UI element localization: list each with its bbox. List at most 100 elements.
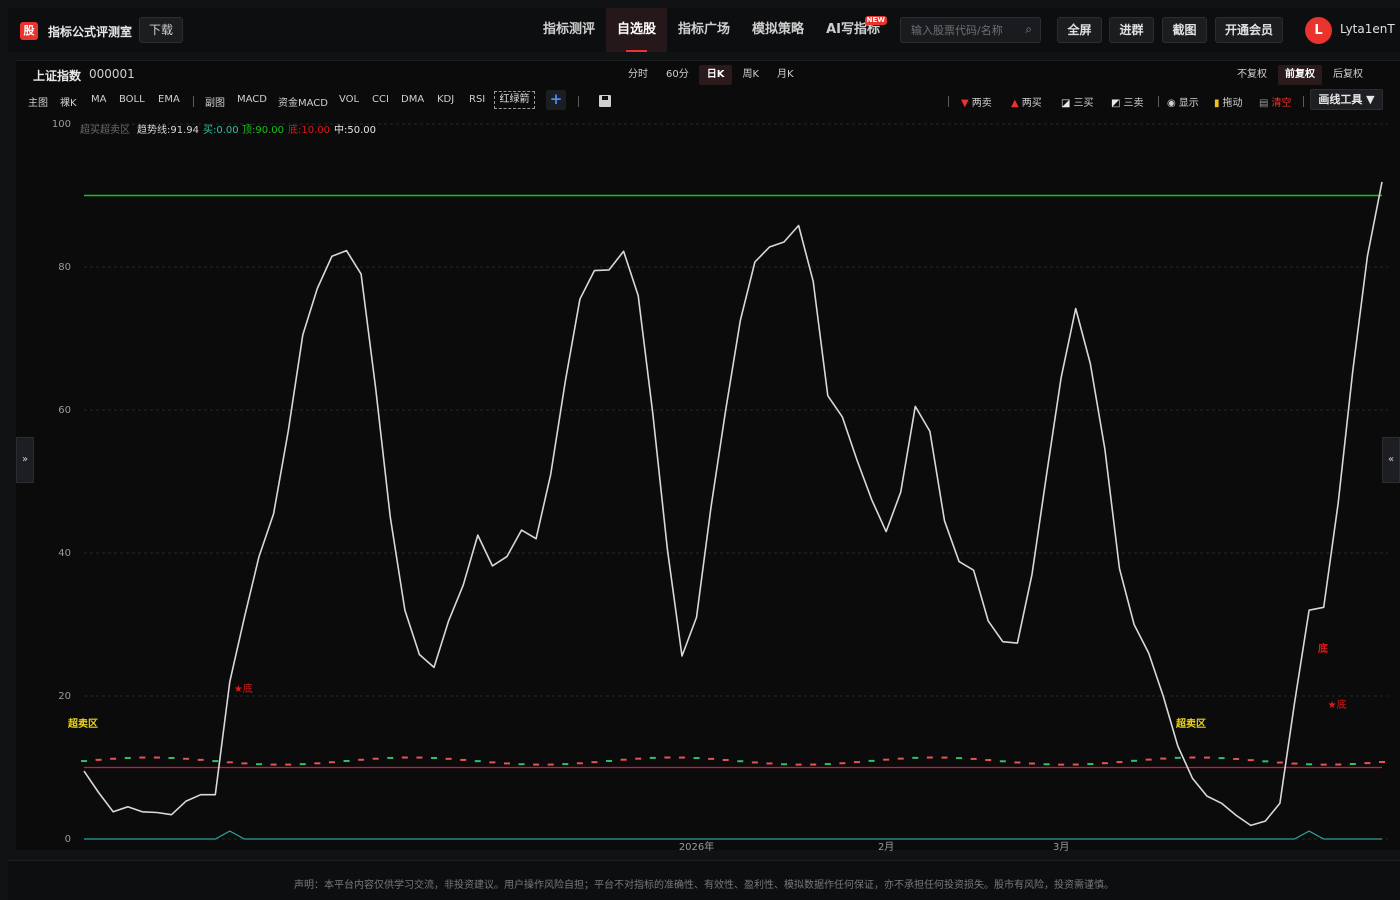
mid-mark <box>153 756 160 759</box>
username[interactable]: Lyta1enT <box>1340 22 1395 36</box>
indicator-vol[interactable]: VOL <box>339 94 359 105</box>
add-indicator-button[interactable]: + <box>546 90 566 110</box>
expand-right-sidebar-button[interactable]: « <box>1382 437 1400 483</box>
mid-mark <box>606 759 613 762</box>
indicator-kdj[interactable]: KDJ <box>437 94 454 105</box>
mid-mark <box>722 758 729 761</box>
mid-mark <box>1262 760 1269 763</box>
brand[interactable]: 股 指标公式评测室 <box>20 22 132 40</box>
screenshot-button[interactable]: 截图 <box>1162 17 1207 43</box>
footer: 声明：本平台内容仅供学习交流，非投资建议。用户操作风险自担；平台不对指标的准确性… <box>8 860 1400 900</box>
legend-item: 中:50.00 <box>334 123 376 136</box>
mid-mark <box>1320 763 1327 766</box>
nav-watchlist[interactable]: 自选股 <box>606 8 668 52</box>
mid-mark <box>897 757 904 760</box>
stock-search: ⌕ <box>900 17 1041 43</box>
indicator-macd[interactable]: MACD <box>237 94 267 105</box>
mid-mark <box>926 756 933 759</box>
oversold-zone-label: 超卖区 <box>1175 717 1206 730</box>
period-tabs: 分时 60分 日K 周K 月K <box>620 65 804 85</box>
chart-legend: 超买超卖区 趋势线:91.94 买:0.00 顶:90.00 底:10.00 中:50.0… <box>80 123 376 136</box>
indicator-cci[interactable]: CCI <box>372 94 389 105</box>
mid-mark <box>853 761 860 764</box>
mid-mark <box>678 756 685 759</box>
avatar[interactable]: L <box>1305 17 1332 44</box>
indicator-sub-chart[interactable]: 副图 <box>205 94 225 109</box>
stock-search-input[interactable] <box>901 18 1016 42</box>
mid-mark <box>1335 763 1342 766</box>
mid-mark <box>226 761 233 764</box>
x-tick-label: 2026年 <box>679 840 714 851</box>
nav-sim-strategy[interactable]: 模拟策略 <box>741 8 815 52</box>
tool-label: 两卖 <box>971 98 992 109</box>
mid-mark <box>503 762 510 765</box>
tool-drag[interactable]: ▮ 拖动 <box>1214 94 1243 109</box>
indicator-ema[interactable]: EMA <box>158 94 180 105</box>
period-tab-monthly[interactable]: 月K <box>769 65 802 85</box>
mid-mark <box>358 758 365 761</box>
mid-mark <box>868 759 875 762</box>
y-tick-label: 100 <box>52 119 71 130</box>
index-code: 000001 <box>89 67 135 81</box>
indicator-boll[interactable]: BOLL <box>119 94 145 105</box>
indicator-bare-k[interactable]: 裸K <box>60 94 77 109</box>
download-button[interactable]: 下载 <box>139 17 183 43</box>
mid-mark <box>751 761 758 764</box>
period-tab-intraday[interactable]: 分时 <box>620 65 656 85</box>
y-tick-label: 20 <box>58 691 71 702</box>
mid-mark <box>401 756 408 759</box>
tool-clear[interactable]: ▤ 清空 <box>1259 94 1291 109</box>
mid-mark <box>649 756 656 759</box>
tool-three-sell[interactable]: ◩ 三卖 <box>1111 94 1143 109</box>
tool-three-buy[interactable]: ◪ 三买 <box>1061 94 1093 109</box>
indicator-main-chart[interactable]: 主图 <box>28 94 48 109</box>
new-badge: NEW <box>864 16 887 25</box>
index-name: 上证指数 <box>33 69 82 83</box>
mid-mark <box>1043 763 1050 766</box>
x-tick-label: 3月 <box>1053 841 1069 851</box>
bottom-series <box>84 830 1382 840</box>
nav-indicator-review[interactable]: 指标测评 <box>532 8 606 52</box>
mid-mark <box>795 763 802 766</box>
join-group-button[interactable]: 进群 <box>1109 17 1154 43</box>
drawing-tools-dropdown[interactable]: 画线工具 ▼ <box>1310 89 1383 110</box>
adjust-tab-none[interactable]: 不复权 <box>1230 65 1274 85</box>
nav-label: 模拟策略 <box>752 22 805 37</box>
expand-left-sidebar-button[interactable]: » <box>16 437 34 483</box>
adjust-tab-forward[interactable]: 前复权 <box>1278 65 1322 85</box>
mid-mark <box>533 763 540 766</box>
bottom-series-line <box>84 830 1382 840</box>
indicator-dma[interactable]: DMA <box>401 94 424 105</box>
tool-two-buy[interactable]: ▲ 两买 <box>1011 94 1042 109</box>
tool-label: 三买 <box>1073 98 1094 109</box>
mid-mark <box>328 761 335 764</box>
adjust-tab-backward[interactable]: 后复权 <box>1326 65 1370 85</box>
period-tab-daily[interactable]: 日K <box>698 65 733 85</box>
legend-item: 超买超卖区 <box>80 123 130 136</box>
open-vip-button[interactable]: 开通会员 <box>1215 17 1283 43</box>
tool-two-sell[interactable]: ▼ 两卖 <box>961 94 992 109</box>
mid-mark <box>1058 763 1065 766</box>
legend-item: 趋势线:91.94 <box>137 123 199 136</box>
indicator-rsi[interactable]: RSI <box>469 94 485 105</box>
mid-mark <box>941 756 948 759</box>
indicator-chart[interactable]: 020406080100 2026年2月3月4月 超卖区超卖区底★底★底 超买超… <box>16 116 1400 851</box>
period-tab-60min[interactable]: 60分 <box>658 65 697 85</box>
mid-marks-series <box>81 756 1385 766</box>
tool-show[interactable]: ◉ 显示 <box>1167 94 1199 109</box>
mid-mark <box>737 760 744 763</box>
indicator-ma[interactable]: MA <box>91 94 106 105</box>
disclaimer-text: 声明：本平台内容仅供学习交流，非投资建议。用户操作风险自担；平台不对指标的准确性… <box>294 880 1114 891</box>
mid-mark <box>81 760 87 763</box>
nav-indicator-square[interactable]: 指标广场 <box>667 8 741 52</box>
search-icon[interactable]: ⌕ <box>1025 22 1032 37</box>
nav-ai-write-indicator[interactable]: AI写指标 NEW <box>815 8 891 52</box>
period-tab-weekly[interactable]: 周K <box>734 65 767 85</box>
tool-label: 两买 <box>1021 98 1042 109</box>
mid-mark <box>1306 763 1313 766</box>
save-icon[interactable] <box>599 95 611 107</box>
fullscreen-button[interactable]: 全屏 <box>1057 17 1102 43</box>
mid-mark <box>212 760 219 763</box>
indicator-fund-macd[interactable]: 资金MACD <box>278 94 328 109</box>
indicator-red-green-arrow[interactable]: 红绿箭 <box>494 91 535 109</box>
